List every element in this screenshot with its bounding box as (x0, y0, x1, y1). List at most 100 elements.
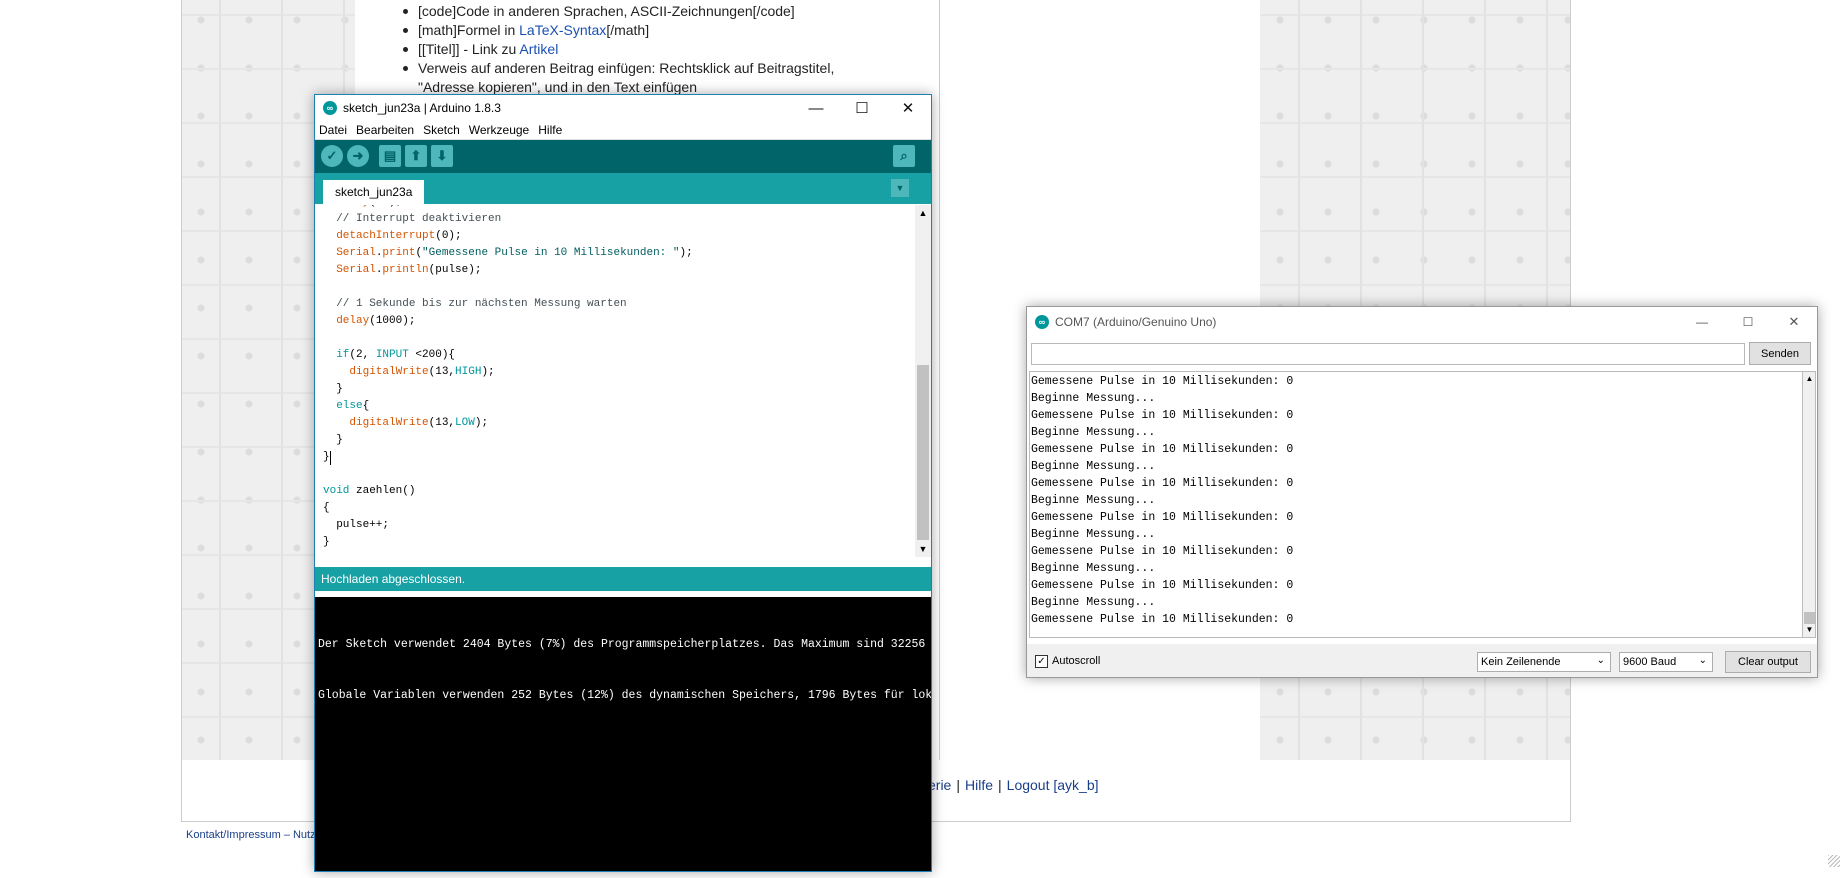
code-line[interactable]: { (323, 500, 693, 517)
list-item: [code]Code in anderen Sprachen, ASCII-Ze… (402, 2, 834, 21)
baud-value: 9600 Baud (1623, 656, 1677, 668)
resize-grip-icon[interactable] (1828, 855, 1840, 867)
minimize-icon[interactable]: — (1679, 307, 1725, 337)
ide-title: sketch_jun23a | Arduino 1.8.3 (343, 101, 501, 115)
list-item: Verweis auf anderen Beitrag einfügen: Re… (402, 59, 834, 97)
help-link[interactable]: Hilfe (965, 777, 993, 793)
list-item: [[Titel]] - Link zu Artikel (402, 40, 834, 59)
magnifier-icon[interactable]: ⌕ (893, 145, 915, 167)
menu-datei[interactable]: Datei (319, 123, 347, 137)
code-line[interactable]: else{ (323, 398, 693, 415)
menu-werkzeuge[interactable]: Werkzeuge (469, 123, 529, 137)
latex-link[interactable]: LaTeX-Syntax (519, 22, 606, 38)
serial-line: Gemessene Pulse in 10 Millisekunden: 0 (1031, 545, 1294, 558)
scrollbar-thumb[interactable] (917, 365, 929, 540)
kontakt-link[interactable]: Kontakt/Impressum – Nutz (186, 829, 316, 841)
autoscroll-checkbox[interactable]: ✓ (1035, 655, 1048, 668)
editor-scrollbar[interactable]: ▲ ▼ (915, 205, 931, 557)
maximize-icon[interactable]: ☐ (839, 95, 885, 121)
checkmark-icon[interactable]: ✓ (321, 145, 343, 167)
code-line[interactable] (323, 466, 693, 483)
code-line[interactable]: delay(1000); (323, 313, 693, 330)
code-line[interactable]: Serial.print("Gemessene Pulse in 10 Mill… (323, 245, 693, 262)
code-line[interactable]: detachInterrupt(0); (323, 228, 693, 245)
code-line[interactable]: digitalWrite(13,LOW); (323, 415, 693, 432)
new-file-icon[interactable]: ▤ (379, 145, 401, 167)
scroll-down-icon[interactable]: ▼ (915, 541, 931, 557)
serial-title: COM7 (Arduino/Genuino Uno) (1055, 315, 1217, 329)
serial-titlebar[interactable]: ∞ COM7 (Arduino/Genuino Uno) — ☐ ✕ (1027, 307, 1817, 337)
serial-line: Gemessene Pulse in 10 Millisekunden: 0 (1031, 375, 1294, 388)
code-line[interactable]: digitalWrite(13,HIGH); (323, 364, 693, 381)
serial-line: Beginne Messung... (1031, 494, 1156, 507)
console-line: Der Sketch verwendet 2404 Bytes (7%) des… (318, 638, 931, 651)
list-item: [math]Formel in LaTeX-Syntax[/math] (402, 21, 834, 40)
menu-hilfe[interactable]: Hilfe (538, 123, 562, 137)
code-editor[interactable]: delay(10); // Interrupt deaktivieren det… (315, 205, 915, 557)
serial-output: Gemessene Pulse in 10 Millisekunden: 0 Be… (1029, 371, 1804, 638)
code-line[interactable]: } (323, 381, 693, 398)
code-line[interactable]: pulse++; (323, 517, 693, 534)
baud-select[interactable]: 9600 Baud ⌄ (1619, 652, 1713, 672)
serial-output-text: Gemessene Pulse in 10 Millisekunden: 0 Be… (1031, 373, 1293, 628)
ide-tabbar: sketch_jun23a ▼ (315, 173, 931, 204)
arduino-ide-window: ∞ sketch_jun23a | Arduino 1.8.3 — ☐ ✕ Da… (314, 94, 932, 872)
serial-line: Beginne Messung... (1031, 392, 1156, 405)
chevron-down-icon[interactable]: ▼ (891, 179, 909, 197)
list-item-text: [code]Code in anderen Sprachen, ASCII-Ze… (418, 3, 795, 19)
tab-sketch[interactable]: sketch_jun23a (323, 180, 425, 204)
text-cursor (330, 451, 331, 465)
clear-output-button[interactable]: Clear output (1725, 651, 1811, 673)
separator: | (998, 777, 1002, 793)
code-line[interactable]: } (323, 534, 693, 551)
scroll-up-icon[interactable]: ▲ (915, 205, 931, 221)
logout-link[interactable]: Logout [ayk_b] (1007, 777, 1099, 793)
code-line[interactable] (323, 279, 693, 296)
separator: | (956, 777, 960, 793)
chevron-down-icon: ⌄ (1596, 655, 1605, 666)
serial-line: Gemessene Pulse in 10 Millisekunden: 0 (1031, 443, 1294, 456)
formatting-help-list: [code]Code in anderen Sprachen, ASCII-Ze… (402, 2, 834, 97)
serial-scrollbar[interactable]: ▲ ▼ (1802, 371, 1816, 638)
arduino-logo-icon: ∞ (1035, 315, 1049, 329)
serial-line: Gemessene Pulse in 10 Millisekunden: 0 (1031, 477, 1294, 490)
ide-titlebar[interactable]: ∞ sketch_jun23a | Arduino 1.8.3 — ☐ ✕ (315, 95, 931, 121)
code-line[interactable]: // 1 Sekunde bis zur nächsten Messung wa… (323, 296, 693, 313)
send-button[interactable]: Senden (1749, 342, 1811, 365)
page-border-left (181, 0, 182, 822)
artikel-link[interactable]: Artikel (519, 41, 558, 57)
close-icon[interactable]: ✕ (885, 95, 931, 121)
code-line[interactable] (323, 330, 693, 347)
code-line[interactable]: } (323, 432, 693, 449)
line-ending-select[interactable]: Kein Zeilenende ⌄ (1477, 652, 1611, 672)
serial-line: Beginne Messung... (1031, 562, 1156, 575)
arrow-right-icon[interactable]: ➜ (347, 145, 369, 167)
serial-input[interactable] (1031, 343, 1745, 365)
code-line[interactable]: if(2, INPUT <200){ (323, 347, 693, 364)
scroll-down-icon[interactable]: ▼ (1803, 623, 1816, 637)
arrow-down-icon[interactable]: ⬇ (431, 145, 453, 167)
serial-line: Beginne Messung... (1031, 426, 1156, 439)
code-line[interactable]: // Interrupt deaktivieren (323, 211, 693, 228)
code-line[interactable]: Serial.println(pulse); (323, 262, 693, 279)
list-item-text: [[Titel]] - Link zu (418, 41, 520, 57)
menu-sketch[interactable]: Sketch (423, 123, 460, 137)
list-item-text: "Adresse kopieren", und in den Text einf… (418, 79, 697, 95)
close-icon[interactable]: ✕ (1771, 307, 1817, 337)
list-item-text: [math]Formel in (418, 22, 520, 38)
arrow-up-icon[interactable]: ⬆ (405, 145, 427, 167)
serial-line: Beginne Messung... (1031, 460, 1156, 473)
code-text[interactable]: delay(10); // Interrupt deaktivieren det… (323, 205, 693, 551)
serial-monitor-window: ∞ COM7 (Arduino/Genuino Uno) — ☐ ✕ Sende… (1026, 306, 1818, 678)
menu-bearbeiten[interactable]: Bearbeiten (356, 123, 414, 137)
scroll-up-icon[interactable]: ▲ (1803, 372, 1816, 386)
chevron-down-icon: ⌄ (1698, 655, 1707, 666)
ide-toolbar: ✓ ➜ ▤ ⬆ ⬇ ⌕ (315, 140, 931, 173)
maximize-icon[interactable]: ☐ (1725, 307, 1771, 337)
forum-footer-links: erie | Hilfe | Logout [ayk_b] (928, 777, 1099, 793)
autoscroll-label: Autoscroll (1052, 655, 1101, 667)
serial-line: Gemessene Pulse in 10 Millisekunden: 0 (1031, 613, 1294, 626)
code-line[interactable]: } (323, 449, 693, 466)
code-line[interactable]: void zaehlen() (323, 483, 693, 500)
minimize-icon[interactable]: — (793, 95, 839, 121)
